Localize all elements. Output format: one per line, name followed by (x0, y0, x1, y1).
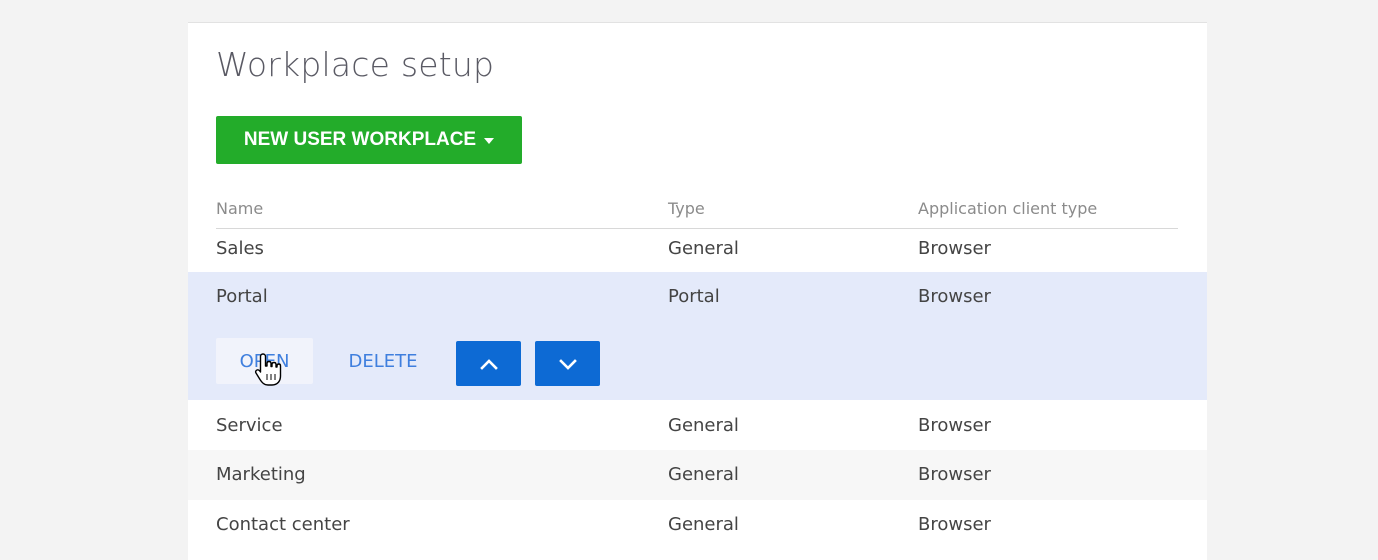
hand-cursor-icon (254, 353, 282, 386)
chevron-down-icon (484, 138, 495, 144)
row-client-type: Browser (918, 286, 991, 307)
page-title: Workplace setup (216, 45, 495, 84)
column-header-type[interactable]: Type (668, 199, 705, 218)
row-name: Marketing (216, 464, 306, 485)
column-header-name[interactable]: Name (216, 199, 263, 218)
row-type: General (668, 238, 739, 259)
chevron-down-icon (558, 358, 577, 370)
table-row[interactable]: Contact center General Browser (188, 505, 1207, 554)
row-type: General (668, 514, 739, 535)
table-row[interactable]: Sales General Browser (188, 229, 1207, 272)
move-down-button[interactable] (535, 341, 600, 386)
workplace-setup-panel: Workplace setup NEW USER WORKPLACE Name … (188, 22, 1207, 560)
row-name: Service (216, 415, 283, 436)
new-user-workplace-label: NEW USER WORKPLACE (243, 129, 477, 150)
row-client-type: Browser (918, 514, 991, 535)
chevron-up-icon (479, 358, 498, 370)
table-row[interactable]: Marketing General Browser (188, 450, 1207, 500)
column-header-client-type[interactable]: Application client type (918, 199, 1097, 218)
row-type: General (668, 464, 739, 485)
row-client-type: Browser (918, 415, 991, 436)
table-row[interactable]: Service General Browser (188, 406, 1207, 455)
delete-button[interactable]: DELETE (331, 338, 435, 384)
row-type: General (668, 415, 739, 436)
row-name: Sales (216, 238, 264, 259)
row-type: Portal (668, 286, 720, 307)
row-name: Portal (216, 286, 268, 307)
new-user-workplace-button[interactable]: NEW USER WORKPLACE (216, 116, 522, 164)
table-row[interactable]: Portal Portal Browser (188, 277, 1207, 326)
row-client-type: Browser (918, 464, 991, 485)
move-up-button[interactable] (456, 341, 521, 386)
row-client-type: Browser (918, 238, 991, 259)
row-name: Contact center (216, 514, 350, 535)
